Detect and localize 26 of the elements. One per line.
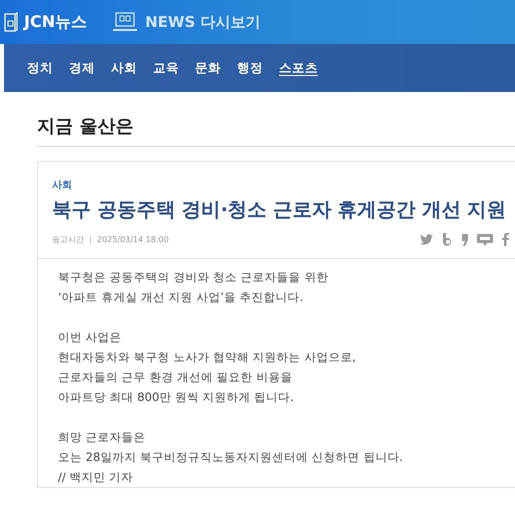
nav-tab[interactable]: 사회 bbox=[111, 60, 137, 76]
article-category: 사회 bbox=[52, 179, 73, 192]
article-text: 현대자동차와 북구청 노사가 협약해 지원하는 사업으로, bbox=[58, 349, 357, 366]
nav-tab[interactable]: 행정 bbox=[237, 60, 263, 76]
nav-tab[interactable]: 경제 bbox=[69, 60, 95, 76]
nav-tab[interactable]: 문화 bbox=[195, 60, 221, 76]
article-text: // 백지민 기자 bbox=[58, 469, 134, 486]
article-text: 희망 근로자들은 bbox=[58, 429, 147, 446]
article-text: 근로자들의 근무 환경 개선에 필요한 비용을 bbox=[58, 369, 294, 386]
twitter-icon[interactable] bbox=[420, 234, 433, 245]
article-title: 북구 공동주택 경비·청소 근로자 휴게공간 개선 지원 bbox=[52, 197, 508, 223]
nav-tab[interactable]: 정치 bbox=[27, 60, 53, 76]
meta-label: 송고시간 bbox=[52, 234, 84, 245]
article-text: ‘아파트 휴게실 개선 지원 사업’을 추진합니다. bbox=[58, 289, 304, 306]
article-text: 이번 사업은 bbox=[58, 329, 123, 346]
article-text: 북구청은 공동주택의 경비와 청소 근로자들을 위한 bbox=[58, 269, 330, 286]
nav-tab[interactable]: 스포츠 bbox=[279, 60, 318, 76]
article-date: 2025/03/14 18:00 bbox=[97, 235, 169, 244]
article-text: 오는 28일까지 북구비정규직노동자지원센터에 신청하면 됩니다. bbox=[58, 449, 404, 466]
facebook-icon[interactable] bbox=[502, 233, 509, 246]
article-text: 아파트당 최대 800만 원씩 지원하게 됩니다. bbox=[58, 389, 295, 406]
quote-icon[interactable] bbox=[462, 234, 468, 246]
laptop-icon bbox=[113, 12, 138, 32]
section-title: 지금 울산은 bbox=[37, 114, 515, 147]
brand-link[interactable]: JCN뉴스 bbox=[4, 12, 88, 32]
nav-tab[interactable]: 교육 bbox=[153, 60, 179, 76]
